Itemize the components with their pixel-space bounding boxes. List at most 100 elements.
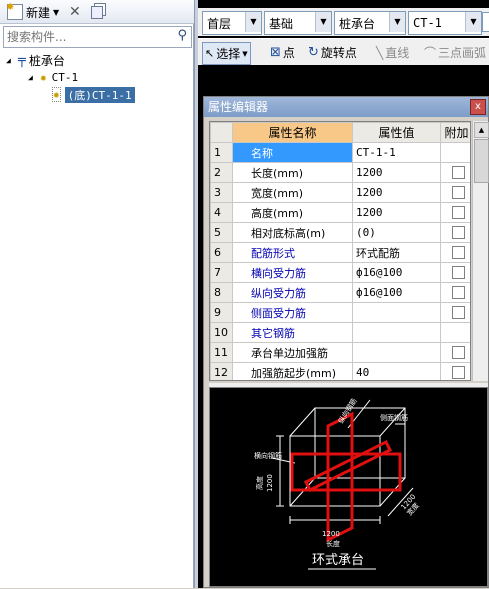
header-attach[interactable]: 附加 <box>440 122 470 143</box>
copy-icon <box>91 5 103 19</box>
new-button[interactable]: ✸ 新建 ▼ <box>4 2 62 22</box>
search-icon[interactable]: ⚲ <box>177 28 187 43</box>
property-name-cell[interactable]: 名称 <box>232 142 353 163</box>
attach-checkbox[interactable] <box>452 186 465 200</box>
property-value-cell[interactable]: 1200 <box>352 162 441 183</box>
property-name-cell[interactable]: 高度(mm) <box>232 202 353 223</box>
property-name-cell[interactable]: 配筋形式 <box>232 242 353 263</box>
row-index: 11 <box>210 342 233 363</box>
attach-checkbox[interactable] <box>452 306 465 320</box>
property-name-cell[interactable]: 相对底标高(m) <box>232 222 353 243</box>
attach-checkbox[interactable] <box>452 166 465 180</box>
collapse-icon[interactable]: ◢ <box>6 56 18 65</box>
property-name-cell[interactable]: 加强筋起步(mm) <box>232 362 353 380</box>
table-row[interactable]: 6 配筋形式 环式配筋 <box>210 242 470 263</box>
row-index: 4 <box>210 202 233 223</box>
property-value-cell[interactable]: 1200 <box>352 202 441 223</box>
tree-node-ct1-1[interactable]: ✹ (底)CT-1-1 <box>6 86 192 103</box>
property-value-cell[interactable]: CT-1-1 <box>352 142 441 163</box>
chevron-down-icon[interactable]: ▼ <box>315 12 331 32</box>
attach-checkbox[interactable] <box>452 206 465 220</box>
category-value: 基础 <box>269 16 294 31</box>
close-icon[interactable]: x <box>470 99 486 115</box>
property-editor-title[interactable]: 属性编辑器 <box>204 97 488 117</box>
attach-cell <box>440 162 470 183</box>
property-value-cell[interactable]: ф16@100 <box>352 262 441 283</box>
point-tool[interactable]: ⊠ 点 <box>270 42 295 63</box>
table-row[interactable]: 7 横向受力筋 ф16@100 <box>210 262 470 283</box>
delete-button[interactable]: ✕ <box>66 2 84 22</box>
property-value-cell[interactable]: (0) <box>352 222 441 243</box>
property-name-cell[interactable]: 长度(mm) <box>232 162 353 183</box>
line-tool[interactable]: ╲ 直线 <box>376 42 409 63</box>
side-rebar-ring <box>303 439 393 493</box>
header-property-name[interactable]: 属性名称 <box>232 122 353 143</box>
property-value-cell[interactable]: 1200 <box>352 182 441 203</box>
property-name-cell[interactable]: 纵向受力筋 <box>232 282 353 303</box>
table-row[interactable]: 3 宽度(mm) 1200 <box>210 182 470 203</box>
copy-button[interactable] <box>88 2 106 22</box>
search-input[interactable] <box>7 29 167 45</box>
chevron-down-icon[interactable]: ▼ <box>465 12 481 32</box>
table-row[interactable]: 1 名称 CT-1-1 <box>210 142 470 163</box>
table-row[interactable]: 2 长度(mm) 1200 <box>210 162 470 183</box>
property-name-cell[interactable]: 其它钢筋 <box>232 322 353 343</box>
scroll-up-icon[interactable]: ▲ <box>474 122 489 138</box>
type-select[interactable]: 桩承台 ▼ <box>334 11 406 35</box>
table-row[interactable]: 4 高度(mm) 1200 <box>210 202 470 223</box>
property-name-cell[interactable]: 横向受力筋 <box>232 262 353 283</box>
property-value-cell[interactable]: 环式配筋 <box>352 242 441 263</box>
attach-cell <box>440 202 470 223</box>
category-select[interactable]: 基础 ▼ <box>264 11 332 35</box>
attach-checkbox[interactable] <box>452 246 465 260</box>
rotate-point-tool[interactable]: ↻ 旋转点 <box>308 42 357 63</box>
component-tree-panel: ✸ 新建 ▼ ✕ ⚲ ◢ ╤ 桩承台 ◢ ✹ CT-1 ✹ (底)CT-1-1 <box>0 0 194 588</box>
floor-select[interactable]: 首层 ▼ <box>202 11 262 35</box>
rebar-preview: 横向钢筋 纵向钢筋 侧面钢筋 高度 1200 1200 长度 1200 宽度 环… <box>209 387 488 587</box>
tree-leaf-label: (底)CT-1-1 <box>64 86 135 103</box>
attach-checkbox[interactable] <box>452 266 465 280</box>
table-row[interactable]: 8 纵向受力筋 ф16@100 <box>210 282 470 303</box>
chevron-down-icon[interactable]: ▼ <box>53 8 59 17</box>
table-row[interactable]: 5 相对底标高(m) (0) <box>210 222 470 243</box>
filter-toolbar: 首层 ▼ 基础 ▼ 桩承台 ▼ CT-1 ▼ <box>198 8 489 36</box>
table-row[interactable]: 12 加强筋起步(mm) 40 <box>210 362 470 380</box>
row-index: 9 <box>210 302 233 323</box>
attach-checkbox[interactable] <box>452 346 465 360</box>
attach-checkbox[interactable] <box>452 366 465 380</box>
property-name-cell[interactable]: 宽度(mm) <box>232 182 353 203</box>
tree-node-root[interactable]: ◢ ╤ 桩承台 <box>6 52 192 69</box>
chevron-down-icon[interactable]: ▼ <box>389 12 405 32</box>
header-index <box>210 122 233 143</box>
tree-node-ct1[interactable]: ◢ ✹ CT-1 <box>6 69 192 86</box>
overflow-select[interactable] <box>482 12 489 32</box>
property-value-cell[interactable]: ф16@100 <box>352 282 441 303</box>
chevron-down-icon[interactable]: ▼ <box>242 50 247 58</box>
point-icon: ⊠ <box>270 45 281 60</box>
row-index: 2 <box>210 162 233 183</box>
label-horizontal-bar: 横向钢筋 <box>254 451 282 460</box>
attach-cell <box>440 282 470 303</box>
property-value-cell[interactable] <box>352 302 441 323</box>
scroll-thumb[interactable] <box>474 139 489 183</box>
property-name-cell[interactable]: 承台单边加强筋 <box>232 342 353 363</box>
component-select[interactable]: CT-1 ▼ <box>408 11 482 35</box>
attach-checkbox[interactable] <box>452 286 465 300</box>
attach-checkbox[interactable] <box>452 226 465 240</box>
search-box[interactable]: ⚲ <box>3 26 192 48</box>
table-row[interactable]: 9 侧面受力筋 <box>210 302 470 323</box>
header-property-value[interactable]: 属性值 <box>352 122 441 143</box>
arc-tool[interactable]: ⌒ 三点画弧 <box>424 42 486 63</box>
property-value-cell[interactable]: 40 <box>352 362 441 380</box>
table-row[interactable]: 10 其它钢筋 <box>210 322 470 343</box>
select-tool[interactable]: ↖ 选择 ▼ <box>202 42 251 65</box>
property-name-cell[interactable]: 侧面受力筋 <box>232 302 353 323</box>
table-row[interactable]: 11 承台单边加强筋 <box>210 342 470 363</box>
collapse-icon[interactable]: ◢ <box>28 73 40 82</box>
property-value-cell[interactable] <box>352 342 441 363</box>
property-scrollbar[interactable]: ▲ <box>472 121 489 381</box>
property-value-cell[interactable] <box>352 322 441 343</box>
row-index: 6 <box>210 242 233 263</box>
preview-caption: 环式承台 <box>312 553 364 568</box>
chevron-down-icon[interactable]: ▼ <box>245 12 261 32</box>
